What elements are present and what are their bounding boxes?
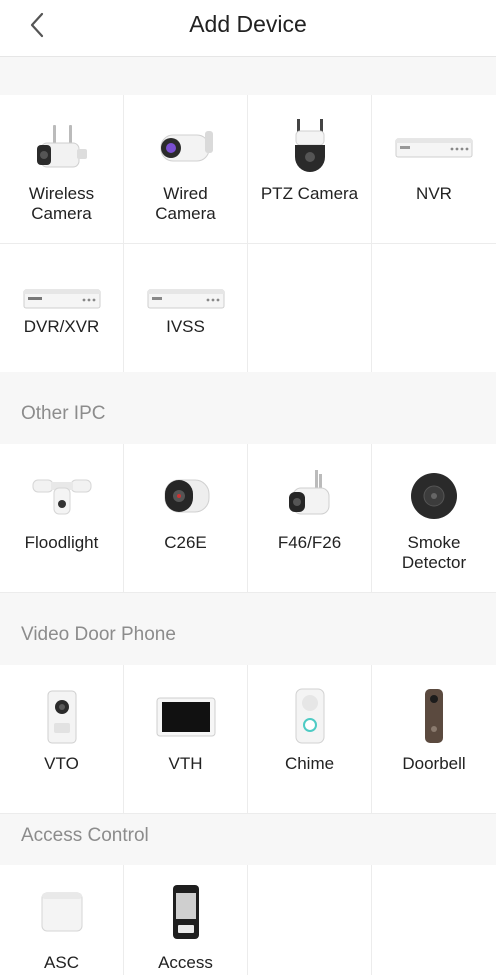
vto-icon (0, 687, 123, 747)
empty-tile (372, 244, 496, 372)
device-tile-wireless-camera[interactable]: Wireless Camera (0, 95, 124, 243)
device-grid-access-control: ASC Access (0, 865, 496, 975)
device-tile-label: VTO (44, 754, 79, 773)
device-grid-video-door-phone: VTO VTH Chime Doorbell (0, 665, 496, 814)
grid-row: DVR/XVR IVSS (0, 244, 496, 372)
device-tile-label: Smoke Detector (401, 533, 467, 572)
section-title-video-door-phone: Video Door Phone (21, 624, 176, 645)
vth-icon (124, 687, 247, 747)
device-tile-smoke-detector[interactable]: Smoke Detector (372, 444, 496, 592)
device-tile-label: ASC (44, 953, 79, 972)
device-tile-ptz-camera[interactable]: PTZ Camera (248, 95, 372, 243)
c26e-camera-icon (124, 466, 247, 526)
device-tile-f46-f26[interactable]: F46/F26 (248, 444, 372, 592)
device-tile-label: NVR (416, 184, 452, 203)
access-terminal-icon (124, 883, 247, 943)
ptz-camera-icon (248, 117, 371, 177)
doorbell-icon (372, 687, 496, 747)
device-tile-label: Access (158, 953, 213, 972)
device-tile-label: DVR/XVR (23, 317, 100, 336)
device-tile-label: Wireless Camera (28, 184, 95, 223)
device-tile-label: PTZ Camera (260, 184, 359, 203)
device-tile-label: Doorbell (402, 754, 466, 773)
device-tile-doorbell[interactable]: Doorbell (372, 665, 496, 813)
asc-icon (0, 883, 123, 943)
empty-tile (248, 865, 372, 975)
device-tile-label: Floodlight (24, 533, 99, 552)
smoke-detector-icon (372, 466, 496, 526)
wireless-camera-icon (0, 117, 123, 177)
device-tile-wired-camera[interactable]: Wired Camera (124, 95, 248, 243)
empty-tile (372, 865, 496, 975)
device-tile-label: VTH (168, 754, 203, 773)
device-tile-asc[interactable]: ASC (0, 865, 124, 975)
device-grid-other-ipc: Floodlight C26E F46/F26 Smoke Detector (0, 444, 496, 593)
nvr-icon (372, 117, 496, 177)
grid-row: VTO VTH Chime Doorbell (0, 665, 496, 814)
device-tile-c26e[interactable]: C26E (124, 444, 248, 592)
device-tile-vto[interactable]: VTO (0, 665, 124, 813)
grid-row: Wireless Camera Wired Camera PTZ Camera … (0, 95, 496, 244)
device-tile-ivss[interactable]: IVSS (124, 244, 248, 372)
device-tile-chime[interactable]: Chime (248, 665, 372, 813)
device-tile-nvr[interactable]: NVR (372, 95, 496, 243)
section-title-other-ipc: Other IPC (21, 403, 106, 424)
device-tile-label: IVSS (166, 317, 205, 336)
device-tile-dvr-xvr[interactable]: DVR/XVR (0, 244, 124, 372)
floodlight-icon (0, 466, 123, 526)
device-tile-label: Wired Camera (155, 184, 216, 223)
f46-camera-icon (248, 466, 371, 526)
device-tile-label: F46/F26 (277, 533, 342, 552)
chime-icon (248, 687, 371, 747)
empty-tile (248, 244, 372, 372)
device-tile-label: C26E (164, 533, 207, 552)
wired-camera-icon (124, 117, 247, 177)
section-title-access-control: Access Control (21, 825, 149, 846)
header-bar: Add Device (0, 0, 496, 57)
device-tile-floodlight[interactable]: Floodlight (0, 444, 124, 592)
device-tile-access[interactable]: Access (124, 865, 248, 975)
page-title: Add Device (189, 11, 307, 37)
device-tile-vth[interactable]: VTH (124, 665, 248, 813)
device-tile-label: Chime (284, 754, 335, 773)
grid-row: Floodlight C26E F46/F26 Smoke Detector (0, 444, 496, 593)
grid-row: ASC Access (0, 865, 496, 975)
device-grid-main: Wireless Camera Wired Camera PTZ Camera … (0, 95, 496, 372)
